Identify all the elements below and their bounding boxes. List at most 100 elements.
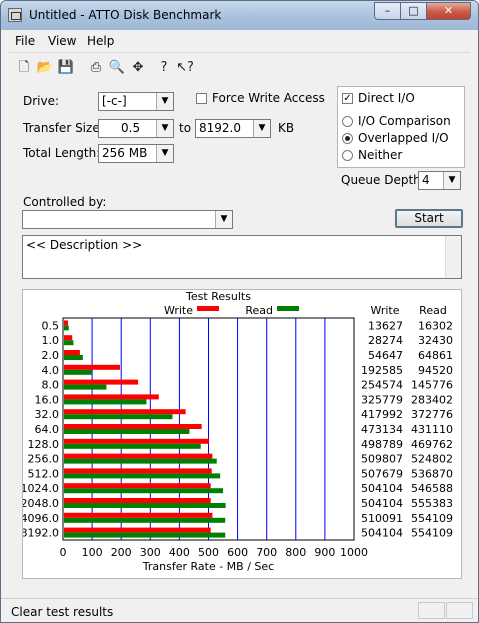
chevron-down-icon[interactable]: ▼ <box>215 211 232 228</box>
description-scrollbar[interactable] <box>445 236 461 278</box>
x-tick-label: 800 <box>285 546 306 559</box>
menu-file[interactable]: File <box>15 34 35 48</box>
transfer-to-value: 8192.0 <box>199 121 241 135</box>
read-bar <box>64 488 224 494</box>
write-value: 509807 <box>361 453 403 466</box>
read-value: 145776 <box>411 379 453 392</box>
description-box[interactable]: << Description >> <box>22 235 462 279</box>
title-bar[interactable]: Untitled - ATTO Disk Benchmark – □ ✕ <box>1 1 478 30</box>
minimize-button[interactable]: – <box>374 2 401 20</box>
category-label: 4096.0 <box>23 512 59 525</box>
read-bar <box>64 340 74 346</box>
context-help-icon[interactable]: ↖? <box>175 58 195 78</box>
kb-label: KB <box>278 121 295 135</box>
total-length-value: 256 MB <box>102 146 148 160</box>
read-bar <box>64 414 173 420</box>
chevron-down-icon[interactable]: ▼ <box>156 145 173 162</box>
drive-value: [-c-] <box>102 94 127 108</box>
transfer-to-select[interactable]: 8192.0 ▼ <box>195 119 271 138</box>
category-label: 16.0 <box>35 393 60 406</box>
read-bar <box>64 532 226 538</box>
read-value: 546588 <box>411 482 453 495</box>
drive-select[interactable]: [-c-] ▼ <box>98 92 174 111</box>
help-icon[interactable]: ? <box>154 58 174 78</box>
chevron-down-icon[interactable]: ▼ <box>443 172 460 189</box>
direct-io-label: Direct I/O <box>358 91 415 105</box>
size-grip-icon[interactable] <box>446 602 473 619</box>
open-icon[interactable]: 📂 <box>35 58 55 78</box>
results-chart: Test ResultsWrite Read Write Read0 100 200 300… <box>21 290 454 573</box>
write-value: 504104 <box>361 497 403 510</box>
x-tick-label: 900 <box>314 546 335 559</box>
read-bar <box>64 369 92 375</box>
category-label: 8192.0 <box>23 527 59 540</box>
overlapped-io-radio[interactable] <box>342 133 353 144</box>
menu-help[interactable]: Help <box>87 34 114 48</box>
write-bar <box>64 453 213 459</box>
status-text: Clear test results <box>11 605 114 619</box>
window-title: Untitled - ATTO Disk Benchmark <box>29 8 222 22</box>
category-label: 1024.0 <box>23 482 59 495</box>
total-length-select[interactable]: 256 MB ▼ <box>98 144 174 163</box>
queue-depth-select[interactable]: 4 ▼ <box>418 171 461 190</box>
x-tick-label: 300 <box>140 546 161 559</box>
close-button[interactable]: ✕ <box>426 2 471 20</box>
read-bar <box>64 473 221 479</box>
controlled-by-select[interactable]: ▼ <box>22 210 233 229</box>
start-button[interactable]: Start <box>395 209 463 228</box>
menu-view[interactable]: View <box>48 34 76 48</box>
neither-label: Neither <box>358 148 403 162</box>
save-icon[interactable]: 💾 <box>56 58 76 78</box>
read-value: 431110 <box>411 423 453 436</box>
app-icon <box>8 8 22 22</box>
read-bar <box>64 443 201 449</box>
chevron-down-icon[interactable]: ▼ <box>156 93 173 110</box>
io-comparison-label: I/O Comparison <box>358 114 451 128</box>
total-length-label: Total Length: <box>23 146 101 160</box>
column-header-read: Read <box>419 304 447 317</box>
read-value: 372776 <box>411 408 453 421</box>
move-icon[interactable]: ✥ <box>128 58 148 78</box>
app-window: Untitled - ATTO Disk Benchmark – □ ✕ Fil… <box>0 0 479 623</box>
read-value: 64861 <box>418 349 453 362</box>
new-icon[interactable]: 🗋 <box>14 58 34 78</box>
write-bar <box>64 498 211 503</box>
write-value: 28274 <box>368 334 403 347</box>
category-label: 256.0 <box>28 453 60 466</box>
print-preview-icon[interactable]: 🔍 <box>107 58 127 78</box>
legend-write-label: Write <box>164 304 193 317</box>
legend-read-swatch <box>277 306 299 311</box>
force-write-checkbox[interactable] <box>196 93 207 104</box>
x-tick-label: 400 <box>169 546 190 559</box>
read-value: 555383 <box>411 497 453 510</box>
description-text: << Description >> <box>26 238 143 252</box>
read-value: 554109 <box>411 527 453 540</box>
x-axis-label: Transfer Rate - MB / Sec <box>142 560 274 573</box>
chevron-down-icon[interactable]: ▼ <box>253 120 270 137</box>
transfer-size-label: Transfer Size: <box>23 121 104 135</box>
direct-io-checkbox[interactable]: ✓ <box>342 93 353 104</box>
maximize-button[interactable]: □ <box>400 2 427 20</box>
toolbar: 🗋 📂 💾 ⎙ 🔍 ✥ ? ↖? <box>9 52 470 84</box>
read-value: 554109 <box>411 512 453 525</box>
category-label: 0.5 <box>42 319 60 332</box>
category-label: 2048.0 <box>23 497 59 510</box>
menu-bar: File View Help <box>9 31 470 51</box>
drive-label: Drive: <box>23 94 60 108</box>
print-icon[interactable]: ⎙ <box>86 58 106 78</box>
write-bar <box>64 409 186 415</box>
to-label: to <box>179 121 192 135</box>
read-value: 469762 <box>411 438 453 451</box>
write-bar <box>64 350 80 355</box>
read-value: 94520 <box>418 364 453 377</box>
write-value: 417992 <box>361 408 403 421</box>
read-bar <box>64 503 226 508</box>
write-value: 504104 <box>361 482 403 495</box>
chevron-down-icon[interactable]: ▼ <box>156 120 173 137</box>
transfer-from-select[interactable]: 0.5 ▼ <box>98 119 174 138</box>
neither-radio[interactable] <box>342 150 353 161</box>
io-comparison-radio[interactable] <box>342 116 353 127</box>
category-label: 4.0 <box>42 364 60 377</box>
write-bar <box>64 320 68 326</box>
write-bar <box>64 335 73 341</box>
